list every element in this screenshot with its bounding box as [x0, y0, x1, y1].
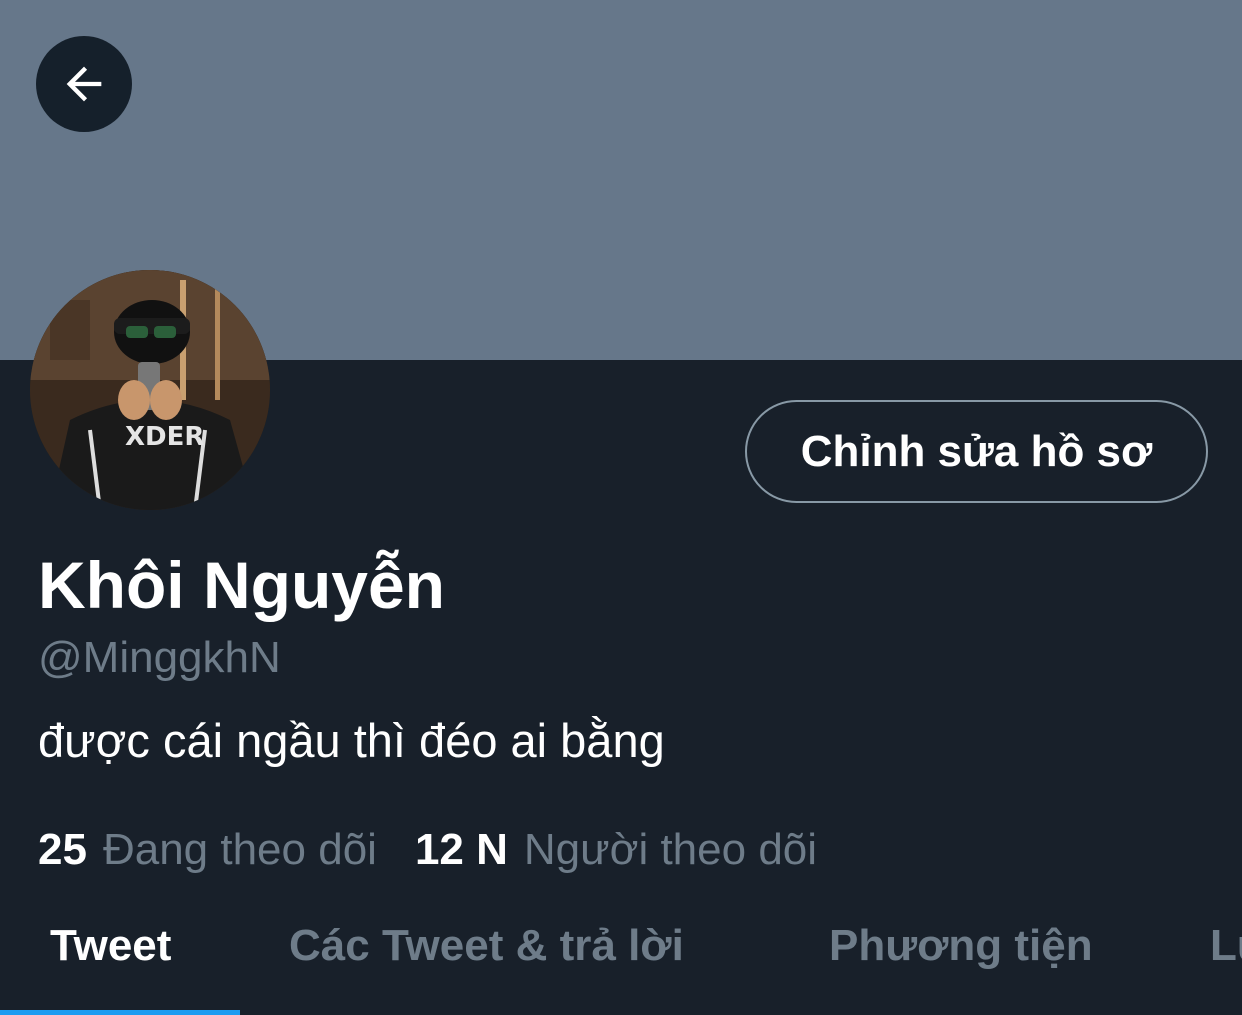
followers-count: 12 N	[414, 825, 508, 874]
following-label: Đang theo dõi	[102, 825, 377, 874]
followers-label: Người theo dõi	[523, 825, 818, 874]
active-tab-indicator	[0, 1010, 240, 1015]
avatar-photo: XDER	[30, 270, 270, 510]
profile-tabs: Tweet Các Tweet & trả lời Phương tiện Lư…	[0, 900, 1242, 1015]
profile-bio: được cái ngầu thì đéo ai bằng	[38, 714, 665, 767]
edit-profile-button[interactable]: Chỉnh sửa hồ sơ	[745, 400, 1208, 503]
back-button[interactable]	[36, 36, 132, 132]
display-name: Khôi Nguyễn	[38, 548, 445, 622]
tab-tweets-and-replies[interactable]: Các Tweet & trả lời	[289, 918, 684, 974]
profile-stats: 25 Đang theo dõi 12 N Người theo dõi	[38, 822, 817, 878]
followers-stat[interactable]: 12 N Người theo dõi	[415, 822, 817, 878]
tab-tweets[interactable]: Tweet	[50, 918, 171, 974]
following-stat[interactable]: 25 Đang theo dõi	[38, 822, 377, 878]
user-handle: @MinggkhN	[38, 633, 281, 682]
avatar[interactable]: XDER	[30, 270, 270, 510]
following-count: 25	[38, 825, 87, 874]
tab-likes[interactable]: Lượt thích	[1210, 918, 1242, 974]
svg-text:XDER: XDER	[125, 422, 204, 452]
arrow-left-icon	[66, 66, 102, 102]
tab-media[interactable]: Phương tiện	[829, 918, 1093, 974]
